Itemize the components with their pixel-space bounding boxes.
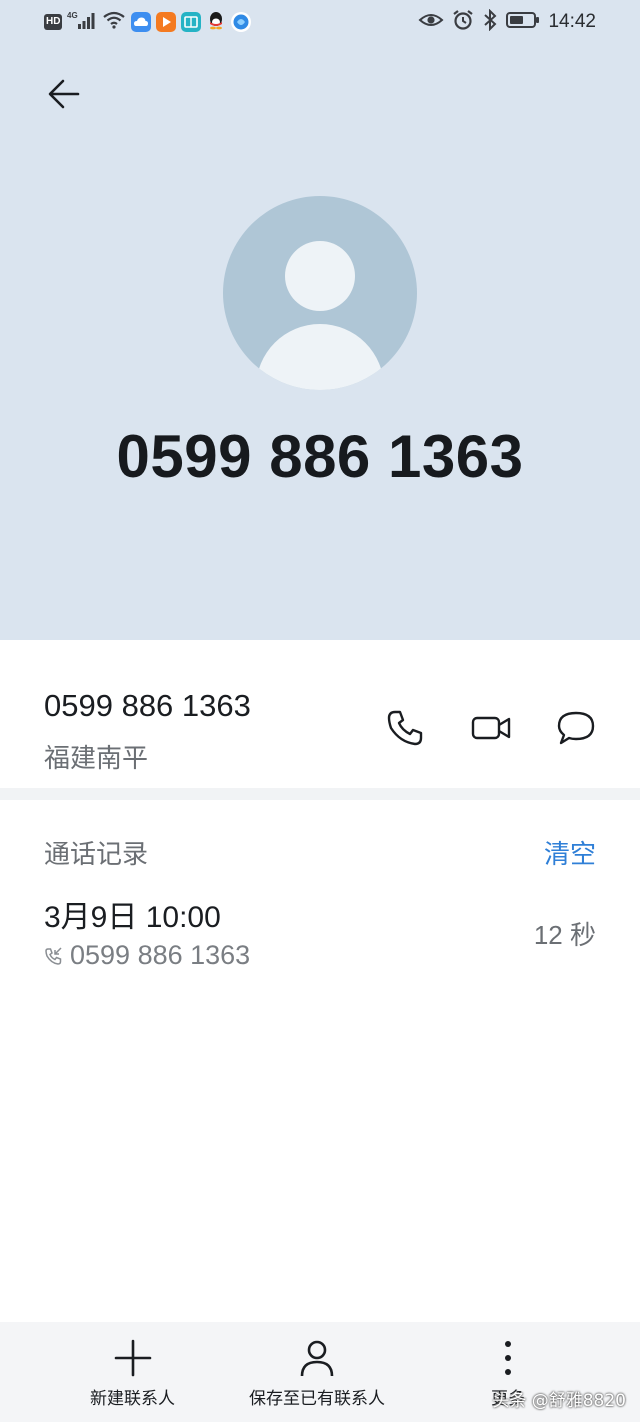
watermark: 头条 @舒雅8820 bbox=[492, 1391, 626, 1411]
hd-icon: HD bbox=[44, 14, 63, 30]
cloud-app-icon bbox=[131, 12, 152, 32]
save-to-existing-contact-button[interactable]: 保存至已有联系人 bbox=[249, 1336, 385, 1409]
call-log-title: 通话记录 bbox=[44, 840, 149, 870]
call-duration: 12 秒 bbox=[533, 920, 596, 950]
person-icon bbox=[300, 1340, 334, 1377]
call-date: 3月9日 10:00 bbox=[44, 901, 221, 934]
video-app-icon bbox=[156, 12, 177, 32]
back-button[interactable] bbox=[40, 70, 88, 118]
video-call-button[interactable] bbox=[467, 704, 515, 752]
more-vertical-icon bbox=[505, 1341, 511, 1375]
phone-region: 福建南平 bbox=[44, 744, 149, 774]
svg-text:4G: 4G bbox=[67, 11, 78, 20]
call-number-row: 0599 886 1363 bbox=[44, 940, 250, 971]
wifi-icon bbox=[102, 10, 126, 34]
avatar-body-shape bbox=[256, 324, 384, 390]
save-to-existing-label: 保存至已有联系人 bbox=[249, 1389, 385, 1409]
contact-title-number: 0599 886 1363 bbox=[116, 423, 524, 490]
reader-app-icon bbox=[181, 12, 202, 32]
chat-bubble-icon bbox=[557, 711, 595, 745]
incoming-call-icon bbox=[45, 946, 62, 965]
bluetooth-icon bbox=[482, 8, 498, 35]
section-divider bbox=[0, 788, 640, 800]
call-button[interactable] bbox=[381, 704, 429, 752]
qq-icon bbox=[206, 10, 226, 34]
status-bar: HD 4G 14:42 bbox=[0, 0, 640, 44]
clock: 14:42 bbox=[548, 11, 596, 32]
signal-icon: 4G bbox=[67, 10, 97, 34]
battery-icon bbox=[506, 10, 540, 34]
browser-app-icon bbox=[231, 12, 252, 32]
alarm-icon bbox=[452, 9, 474, 35]
back-arrow-icon bbox=[48, 79, 80, 109]
message-button[interactable] bbox=[552, 704, 600, 752]
avatar-head-shape bbox=[285, 241, 355, 311]
call-number: 0599 886 1363 bbox=[70, 940, 251, 970]
phone-number[interactable]: 0599 886 1363 bbox=[44, 688, 251, 724]
eye-icon bbox=[418, 10, 444, 34]
clear-call-log-button[interactable]: 清空 bbox=[544, 834, 596, 871]
video-camera-icon bbox=[471, 716, 511, 740]
new-contact-button[interactable]: 新建联系人 bbox=[90, 1336, 175, 1409]
new-contact-label: 新建联系人 bbox=[90, 1389, 175, 1409]
avatar bbox=[223, 196, 417, 390]
phone-icon bbox=[387, 710, 423, 746]
plus-icon bbox=[114, 1339, 151, 1377]
